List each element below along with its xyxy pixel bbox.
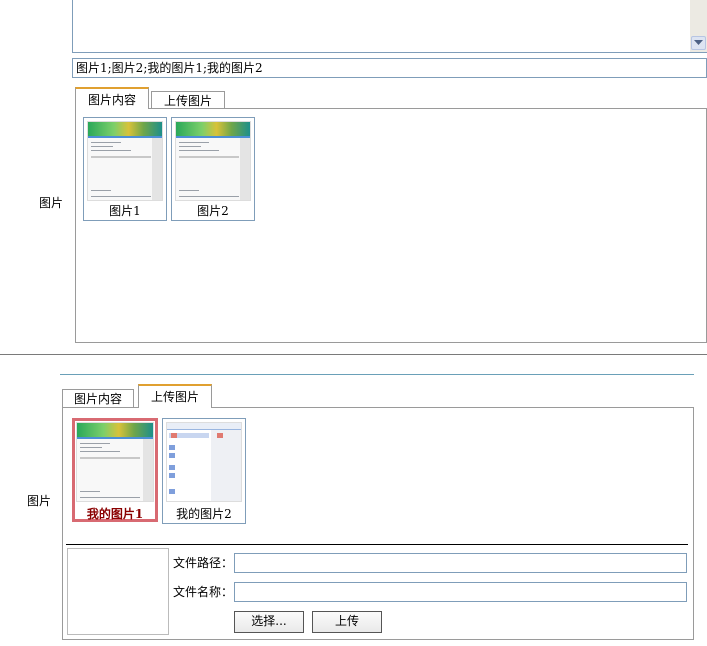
image-preview	[76, 422, 154, 502]
section-divider	[60, 374, 694, 375]
content-textarea[interactable]	[72, 0, 707, 53]
image-preview	[175, 121, 251, 201]
image-thumbnail-card-selected[interactable]: 我的图片1	[72, 418, 158, 522]
upload-preview-box	[67, 548, 169, 635]
tab-image-content[interactable]: 图片内容	[62, 389, 134, 408]
field-label-image: 图片	[39, 196, 64, 210]
image-content-panel: 图片1 图片2	[75, 108, 707, 343]
image-thumbnail-card[interactable]: 图片2	[171, 117, 255, 221]
image-names-field[interactable]: 图片1;图片2;我的图片1;我的图片2	[72, 58, 707, 78]
file-path-label: 文件路径：	[173, 556, 234, 570]
upload-divider	[66, 544, 688, 545]
tab-image-content[interactable]: 图片内容	[75, 87, 149, 109]
tab-label: 图片内容	[87, 93, 136, 107]
image-caption: 我的图片1	[86, 507, 144, 521]
upload-button[interactable]: 上传	[312, 611, 382, 633]
scroll-down-arrow-icon[interactable]	[691, 36, 706, 50]
file-name-input[interactable]	[234, 582, 687, 602]
image-preview	[166, 422, 242, 502]
tab-label: 上传图片	[163, 94, 212, 108]
tab-label: 上传图片	[150, 390, 199, 404]
image-preview	[87, 121, 163, 201]
image-caption: 图片1	[109, 204, 141, 218]
textarea-scrollbar[interactable]	[690, 0, 707, 52]
file-name-label: 文件名称：	[173, 585, 234, 599]
file-path-input[interactable]	[234, 553, 687, 573]
choose-file-button[interactable]: 选择...	[234, 611, 304, 633]
tab-label: 图片内容	[73, 392, 122, 406]
image-caption: 我的图片2	[176, 507, 232, 521]
image-thumbnail-card[interactable]: 我的图片2	[162, 418, 246, 524]
image-thumbnail-card[interactable]: 图片1	[83, 117, 167, 221]
section-divider	[0, 354, 707, 355]
image-caption: 图片2	[197, 204, 229, 218]
field-label-image: 图片	[27, 494, 52, 508]
tab-upload-image[interactable]: 上传图片	[138, 384, 212, 408]
tab-upload-image[interactable]: 上传图片	[151, 91, 225, 109]
